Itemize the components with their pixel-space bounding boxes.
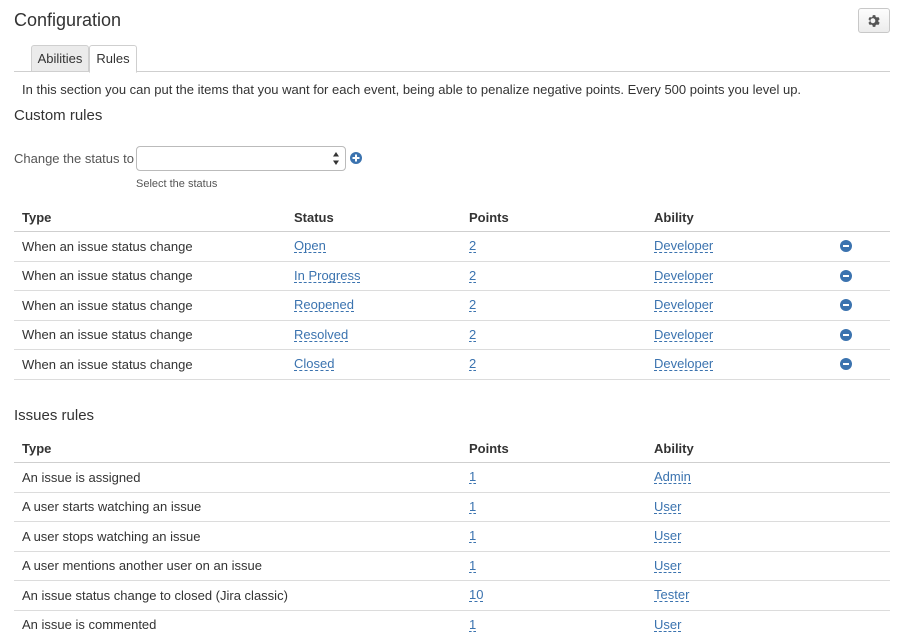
section-description: In this section you can put the items th…: [22, 82, 802, 97]
remove-rule-button[interactable]: [840, 240, 852, 253]
rule-status-link[interactable]: Open: [294, 239, 326, 254]
rule-type: A user stops watching an issue: [22, 528, 201, 544]
rule-type: A user mentions another user on an issue: [22, 558, 262, 574]
header-type: Type: [22, 440, 52, 456]
rule-points-link[interactable]: 2: [469, 328, 477, 342]
table-row: When an issue status change Resolved 2 D…: [14, 321, 890, 350]
add-rule-button[interactable]: [350, 152, 362, 164]
table-row: A user mentions another user on an issue…: [14, 552, 890, 581]
rule-points-link[interactable]: 1: [469, 529, 477, 544]
status-helper-text: Select the status: [136, 178, 218, 190]
table-header-row: Type Status Points Ability: [14, 203, 890, 232]
remove-rule-button[interactable]: [840, 358, 852, 371]
table-row: A user starts watching an issue 1 User: [14, 493, 890, 522]
status-label: Change the status to: [14, 151, 134, 166]
rule-type: When an issue status change: [22, 356, 193, 372]
rule-ability-link[interactable]: User: [654, 559, 682, 573]
table-row: An issue is assigned 1 Admin: [14, 463, 890, 493]
table-row: When an issue status change Reopened 2 D…: [14, 291, 890, 321]
rule-type: A user starts watching an issue: [22, 499, 202, 515]
page-title: Configuration: [14, 10, 122, 30]
rule-type: When an issue status change: [22, 238, 193, 254]
gear-icon: [868, 14, 880, 27]
custom-rules-table: Type Status Points Ability When an issue…: [14, 203, 890, 380]
header-points: Points: [469, 440, 509, 456]
rule-points-link[interactable]: 1: [469, 470, 477, 485]
rule-ability-link[interactable]: Developer: [654, 298, 714, 313]
rule-ability-link[interactable]: Admin: [654, 470, 691, 485]
rule-ability-link[interactable]: User: [654, 500, 682, 514]
rule-ability-link[interactable]: Tester: [654, 588, 690, 603]
rule-type: When an issue status change: [22, 327, 193, 343]
rule-points-link[interactable]: 2: [469, 239, 477, 254]
header-status: Status: [294, 209, 334, 225]
rule-points-link[interactable]: 2: [469, 357, 477, 372]
rule-status-link[interactable]: Reopened: [294, 298, 354, 313]
rule-ability-link[interactable]: Developer: [654, 269, 714, 283]
table-row: An issue is commented 1 User: [14, 611, 890, 638]
issues-rules-table: Type Points Ability An issue is assigned…: [14, 434, 890, 638]
rule-type: An issue is commented: [22, 617, 157, 633]
settings-button[interactable]: [858, 8, 890, 33]
table-header-row: Type Points Ability: [14, 434, 890, 463]
rule-points-link[interactable]: 1: [469, 618, 477, 632]
minus-icon: [843, 363, 849, 366]
rule-ability-link[interactable]: User: [654, 618, 682, 632]
status-select[interactable]: [136, 146, 346, 171]
table-row: An issue status change to closed (Jira c…: [14, 581, 890, 611]
table-row: When an issue status change Closed 2 Dev…: [14, 350, 890, 380]
rule-status-link[interactable]: In Progress: [294, 269, 361, 283]
minus-icon: [843, 333, 849, 336]
header-ability: Ability: [654, 440, 694, 456]
plus-icon: [352, 154, 360, 162]
remove-rule-button[interactable]: [840, 269, 852, 282]
tab-rules[interactable]: Rules: [89, 45, 137, 73]
custom-rules-title: Custom rules: [14, 107, 103, 124]
rule-points-link[interactable]: 10: [469, 588, 484, 603]
tab-bar: Abilities Rules: [14, 45, 890, 73]
issues-rules-title: Issues rules: [14, 407, 95, 424]
rule-ability-link[interactable]: User: [654, 529, 682, 544]
remove-rule-button[interactable]: [840, 299, 852, 312]
table-row: When an issue status change In Progress …: [14, 262, 890, 291]
rule-points-link[interactable]: 2: [469, 269, 477, 283]
minus-icon: [843, 274, 849, 277]
rule-ability-link[interactable]: Developer: [654, 328, 714, 342]
rule-points-link[interactable]: 1: [469, 559, 477, 573]
rule-ability-link[interactable]: Developer: [654, 357, 714, 372]
rule-type: An issue is assigned: [22, 469, 141, 485]
rule-status-link[interactable]: Closed: [294, 357, 335, 372]
header-points: Points: [469, 209, 509, 225]
rule-ability-link[interactable]: Developer: [654, 239, 714, 254]
select-arrows-icon: [333, 152, 339, 165]
minus-icon: [843, 304, 849, 307]
table-row: When an issue status change Open 2 Devel…: [14, 232, 890, 262]
rule-points-link[interactable]: 1: [469, 500, 477, 514]
header-ability: Ability: [654, 209, 694, 225]
rule-status-link[interactable]: Resolved: [294, 328, 349, 342]
rule-type: An issue status change to closed (Jira c…: [22, 587, 288, 603]
table-row: A user stops watching an issue 1 User: [14, 522, 890, 552]
remove-rule-button[interactable]: [840, 328, 852, 341]
rule-type: When an issue status change: [22, 297, 193, 313]
header-type: Type: [22, 209, 52, 225]
minus-icon: [843, 245, 849, 248]
tab-abilities[interactable]: Abilities: [31, 45, 89, 72]
rule-points-link[interactable]: 2: [469, 298, 477, 313]
rule-type: When an issue status change: [22, 268, 193, 284]
